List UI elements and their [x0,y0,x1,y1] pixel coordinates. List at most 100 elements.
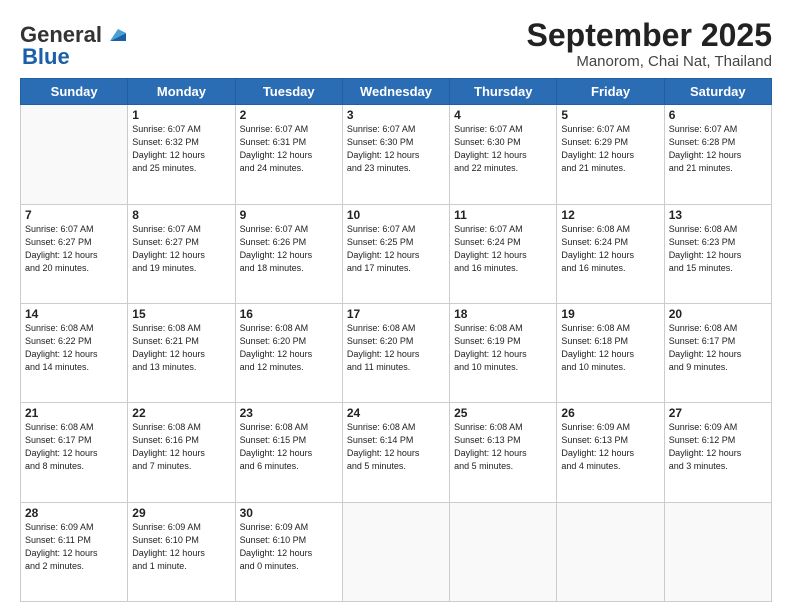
day-number: 7 [25,208,123,222]
day-info: Sunrise: 6:08 AMSunset: 6:23 PMDaylight:… [669,223,767,275]
calendar-day-header: Monday [128,79,235,105]
day-info: Sunrise: 6:08 AMSunset: 6:21 PMDaylight:… [132,322,230,374]
day-number: 11 [454,208,552,222]
calendar-day-header: Saturday [664,79,771,105]
calendar-cell [557,502,664,601]
day-info: Sunrise: 6:07 AMSunset: 6:27 PMDaylight:… [25,223,123,275]
calendar-cell: 19Sunrise: 6:08 AMSunset: 6:18 PMDayligh… [557,303,664,402]
calendar-cell: 21Sunrise: 6:08 AMSunset: 6:17 PMDayligh… [21,403,128,502]
calendar-week-row: 21Sunrise: 6:08 AMSunset: 6:17 PMDayligh… [21,403,772,502]
day-info: Sunrise: 6:08 AMSunset: 6:17 PMDaylight:… [669,322,767,374]
calendar-week-row: 7Sunrise: 6:07 AMSunset: 6:27 PMDaylight… [21,204,772,303]
calendar-cell [21,105,128,204]
day-number: 3 [347,108,445,122]
calendar-cell: 16Sunrise: 6:08 AMSunset: 6:20 PMDayligh… [235,303,342,402]
calendar-cell: 18Sunrise: 6:08 AMSunset: 6:19 PMDayligh… [450,303,557,402]
day-info: Sunrise: 6:09 AMSunset: 6:10 PMDaylight:… [132,521,230,573]
day-info: Sunrise: 6:07 AMSunset: 6:32 PMDaylight:… [132,123,230,175]
calendar-cell: 29Sunrise: 6:09 AMSunset: 6:10 PMDayligh… [128,502,235,601]
calendar-cell: 30Sunrise: 6:09 AMSunset: 6:10 PMDayligh… [235,502,342,601]
calendar-day-header: Sunday [21,79,128,105]
day-number: 18 [454,307,552,321]
calendar-cell: 4Sunrise: 6:07 AMSunset: 6:30 PMDaylight… [450,105,557,204]
calendar-day-header: Tuesday [235,79,342,105]
day-info: Sunrise: 6:08 AMSunset: 6:19 PMDaylight:… [454,322,552,374]
calendar-cell: 17Sunrise: 6:08 AMSunset: 6:20 PMDayligh… [342,303,449,402]
day-info: Sunrise: 6:08 AMSunset: 6:13 PMDaylight:… [454,421,552,473]
day-number: 5 [561,108,659,122]
calendar-day-header: Thursday [450,79,557,105]
day-number: 27 [669,406,767,420]
day-number: 2 [240,108,338,122]
calendar-day-header: Friday [557,79,664,105]
day-info: Sunrise: 6:07 AMSunset: 6:24 PMDaylight:… [454,223,552,275]
day-info: Sunrise: 6:07 AMSunset: 6:26 PMDaylight:… [240,223,338,275]
month-title: September 2025 [527,18,772,53]
day-number: 24 [347,406,445,420]
day-number: 30 [240,506,338,520]
day-number: 12 [561,208,659,222]
page-header: General Blue September 2025 Manorom, Cha… [20,18,772,70]
calendar-cell: 20Sunrise: 6:08 AMSunset: 6:17 PMDayligh… [664,303,771,402]
calendar-cell [342,502,449,601]
calendar-day-header: Wednesday [342,79,449,105]
calendar-cell: 24Sunrise: 6:08 AMSunset: 6:14 PMDayligh… [342,403,449,502]
day-number: 29 [132,506,230,520]
calendar-week-row: 1Sunrise: 6:07 AMSunset: 6:32 PMDaylight… [21,105,772,204]
day-info: Sunrise: 6:07 AMSunset: 6:27 PMDaylight:… [132,223,230,275]
calendar-cell: 27Sunrise: 6:09 AMSunset: 6:12 PMDayligh… [664,403,771,502]
day-info: Sunrise: 6:09 AMSunset: 6:10 PMDaylight:… [240,521,338,573]
calendar-cell: 13Sunrise: 6:08 AMSunset: 6:23 PMDayligh… [664,204,771,303]
calendar-cell: 8Sunrise: 6:07 AMSunset: 6:27 PMDaylight… [128,204,235,303]
day-number: 17 [347,307,445,321]
calendar-cell: 6Sunrise: 6:07 AMSunset: 6:28 PMDaylight… [664,105,771,204]
day-number: 4 [454,108,552,122]
calendar-cell: 1Sunrise: 6:07 AMSunset: 6:32 PMDaylight… [128,105,235,204]
day-number: 1 [132,108,230,122]
day-info: Sunrise: 6:07 AMSunset: 6:25 PMDaylight:… [347,223,445,275]
calendar-cell [450,502,557,601]
day-number: 8 [132,208,230,222]
day-info: Sunrise: 6:07 AMSunset: 6:30 PMDaylight:… [347,123,445,175]
calendar-cell: 9Sunrise: 6:07 AMSunset: 6:26 PMDaylight… [235,204,342,303]
day-number: 25 [454,406,552,420]
day-info: Sunrise: 6:08 AMSunset: 6:16 PMDaylight:… [132,421,230,473]
day-number: 28 [25,506,123,520]
day-info: Sunrise: 6:07 AMSunset: 6:30 PMDaylight:… [454,123,552,175]
calendar-cell: 26Sunrise: 6:09 AMSunset: 6:13 PMDayligh… [557,403,664,502]
calendar-cell: 22Sunrise: 6:08 AMSunset: 6:16 PMDayligh… [128,403,235,502]
logo: General Blue [20,22,126,70]
calendar-cell: 15Sunrise: 6:08 AMSunset: 6:21 PMDayligh… [128,303,235,402]
calendar-cell: 3Sunrise: 6:07 AMSunset: 6:30 PMDaylight… [342,105,449,204]
day-info: Sunrise: 6:08 AMSunset: 6:20 PMDaylight:… [240,322,338,374]
title-block: September 2025 Manorom, Chai Nat, Thaila… [527,18,772,70]
day-number: 9 [240,208,338,222]
calendar-week-row: 14Sunrise: 6:08 AMSunset: 6:22 PMDayligh… [21,303,772,402]
logo-blue-text: Blue [22,44,70,70]
day-number: 6 [669,108,767,122]
calendar-cell: 11Sunrise: 6:07 AMSunset: 6:24 PMDayligh… [450,204,557,303]
day-info: Sunrise: 6:08 AMSunset: 6:22 PMDaylight:… [25,322,123,374]
day-info: Sunrise: 6:08 AMSunset: 6:24 PMDaylight:… [561,223,659,275]
day-info: Sunrise: 6:07 AMSunset: 6:29 PMDaylight:… [561,123,659,175]
day-info: Sunrise: 6:08 AMSunset: 6:17 PMDaylight:… [25,421,123,473]
logo-icon [104,23,126,45]
calendar-cell: 12Sunrise: 6:08 AMSunset: 6:24 PMDayligh… [557,204,664,303]
day-info: Sunrise: 6:09 AMSunset: 6:12 PMDaylight:… [669,421,767,473]
day-number: 26 [561,406,659,420]
calendar-cell: 2Sunrise: 6:07 AMSunset: 6:31 PMDaylight… [235,105,342,204]
day-info: Sunrise: 6:08 AMSunset: 6:18 PMDaylight:… [561,322,659,374]
day-number: 13 [669,208,767,222]
day-info: Sunrise: 6:09 AMSunset: 6:11 PMDaylight:… [25,521,123,573]
day-info: Sunrise: 6:08 AMSunset: 6:15 PMDaylight:… [240,421,338,473]
day-number: 20 [669,307,767,321]
day-number: 22 [132,406,230,420]
day-number: 21 [25,406,123,420]
day-info: Sunrise: 6:07 AMSunset: 6:28 PMDaylight:… [669,123,767,175]
day-number: 15 [132,307,230,321]
calendar-week-row: 28Sunrise: 6:09 AMSunset: 6:11 PMDayligh… [21,502,772,601]
day-number: 10 [347,208,445,222]
day-info: Sunrise: 6:07 AMSunset: 6:31 PMDaylight:… [240,123,338,175]
calendar-cell: 28Sunrise: 6:09 AMSunset: 6:11 PMDayligh… [21,502,128,601]
calendar-cell: 23Sunrise: 6:08 AMSunset: 6:15 PMDayligh… [235,403,342,502]
